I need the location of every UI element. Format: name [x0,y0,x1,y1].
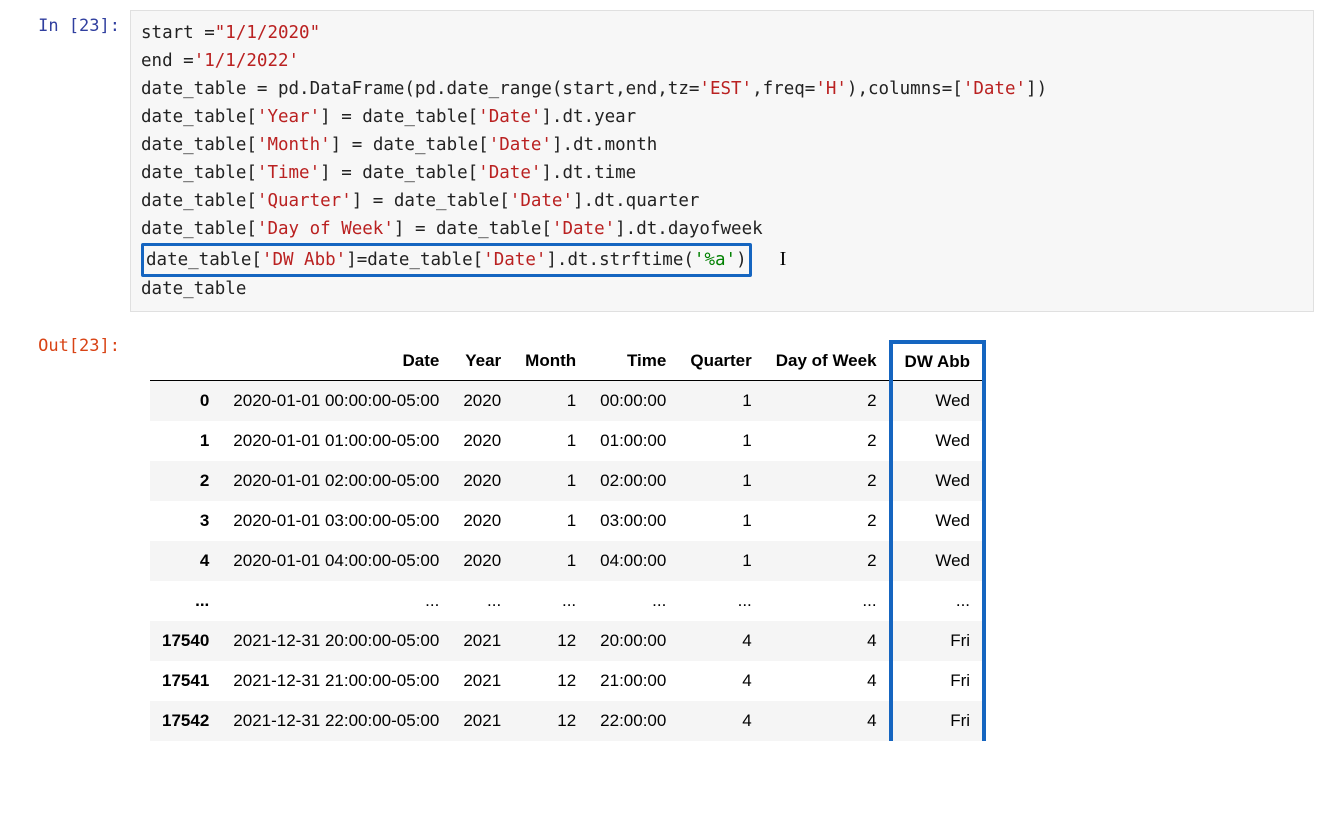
code-line-10: date_table [141,279,246,299]
row-index: 3 [150,501,221,541]
col-time: Time [588,342,678,381]
table-row: 17541 2021-12-31 21:00:00-05:00 2021 12 … [150,661,984,701]
row-index: 17541 [150,661,221,701]
input-cell: In [23]: start ="1/1/2020" end ='1/1/202… [10,10,1314,312]
table-row: 4 2020-01-01 04:00:00-05:00 2020 1 04:00… [150,541,984,581]
code-line-9-highlighted: date_table['DW Abb']=date_table['Date'].… [141,250,786,270]
table-row: 1 2020-01-01 01:00:00-05:00 2020 1 01:00… [150,421,984,461]
col-quarter: Quarter [678,342,763,381]
row-index: 17540 [150,621,221,661]
output-prompt: Out[23]: [10,330,130,356]
row-index: 4 [150,541,221,581]
row-index: 2 [150,461,221,501]
table-row: 0 2020-01-01 00:00:00-05:00 2020 1 00:00… [150,381,984,422]
col-dayofweek: Day of Week [764,342,891,381]
table-row: 3 2020-01-01 03:00:00-05:00 2020 1 03:00… [150,501,984,541]
code-line-5: date_table['Month'] = date_table['Date']… [141,135,657,155]
row-index: ... [150,581,221,621]
output-area: Date Year Month Time Quarter Day of Week… [130,330,1314,741]
col-year: Year [451,342,513,381]
text-cursor-icon: I [780,243,787,275]
input-prompt: In [23]: [10,10,130,36]
table-row: 17542 2021-12-31 22:00:00-05:00 2021 12 … [150,701,984,741]
col-month: Month [513,342,588,381]
table-row-ellipsis: ... ... ... ... ... ... ... ... [150,581,984,621]
code-line-1: start ="1/1/2020" [141,23,320,43]
col-date: Date [221,342,451,381]
code-line-2: end ='1/1/2022' [141,51,299,71]
table-row: 17540 2021-12-31 20:00:00-05:00 2021 12 … [150,621,984,661]
output-cell: Out[23]: Date Year Month Time Quarter Da… [10,330,1314,741]
code-line-7: date_table['Quarter'] = date_table['Date… [141,191,699,211]
index-header [150,342,221,381]
row-index: 0 [150,381,221,422]
code-line-4: date_table['Year'] = date_table['Date'].… [141,107,636,127]
col-dwabb: DW Abb [891,342,984,381]
table-header-row: Date Year Month Time Quarter Day of Week… [150,342,984,381]
code-editor[interactable]: start ="1/1/2020" end ='1/1/2022' date_t… [130,10,1314,312]
row-index: 1 [150,421,221,461]
code-line-6: date_table['Time'] = date_table['Date'].… [141,163,636,183]
dataframe-table: Date Year Month Time Quarter Day of Week… [150,340,986,741]
table-row: 2 2020-01-01 02:00:00-05:00 2020 1 02:00… [150,461,984,501]
code-line-8: date_table['Day of Week'] = date_table['… [141,219,763,239]
code-line-3: date_table = pd.DataFrame(pd.date_range(… [141,79,1047,99]
row-index: 17542 [150,701,221,741]
